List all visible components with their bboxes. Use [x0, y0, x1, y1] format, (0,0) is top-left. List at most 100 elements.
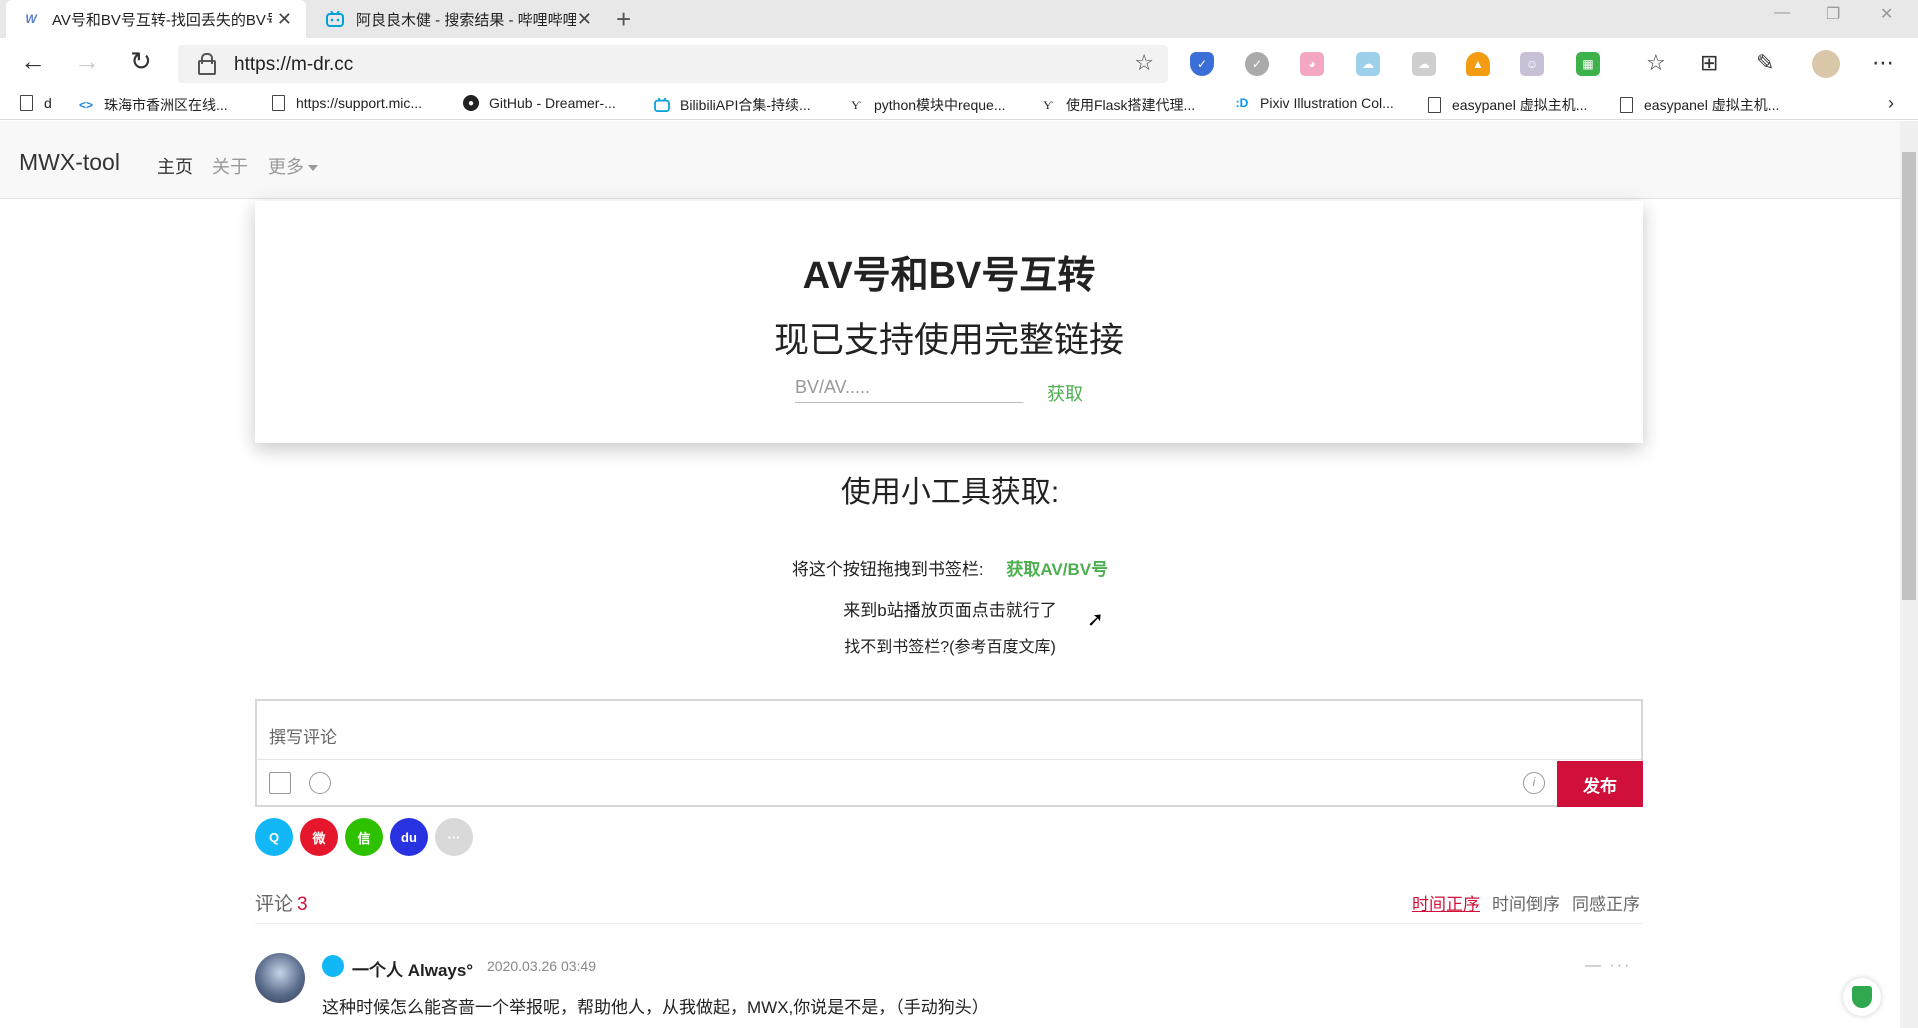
bookmark-item[interactable]: d [18, 95, 52, 111]
comment-time: 2020.03.26 03:49 [487, 958, 596, 974]
comment-text: 这种时候怎么能吝啬一个举报呢，帮助他人，从我做起，MWX,你说是不是，（手动狗头… [322, 998, 989, 1017]
anime-extension-icon[interactable]: ☺ [1520, 52, 1544, 76]
bookmark-item[interactable]: Ƴ 使用Flask搭建代理... [1040, 95, 1195, 115]
bv-av-input[interactable] [795, 373, 1023, 403]
restore-icon[interactable]: ❐ [1826, 4, 1840, 24]
tab-title: AV号和BV号互转-找回丢失的BV号 [52, 11, 272, 29]
address-bar[interactable]: https://m-dr.cc ☆ [178, 45, 1168, 83]
back-icon[interactable]: ← [20, 46, 46, 77]
security-shield-icon[interactable] [1843, 978, 1881, 1016]
chevron-right-icon[interactable]: › [1888, 93, 1894, 114]
sort-likes[interactable]: 同感正序 [1572, 890, 1640, 915]
publish-button[interactable]: 发布 [1557, 761, 1643, 807]
tab-inactive[interactable]: 阿良良木健 - 搜索结果 - 哔哩哔哩 ✕ [310, 0, 606, 38]
bookmark-item[interactable]: easypanel 虚拟主机... [1618, 95, 1779, 115]
bookmarks-bar: d <> 珠海市香洲区在线... https://support.mic... ●… [0, 90, 1918, 120]
check-extension-icon[interactable]: ✓ [1245, 52, 1269, 76]
wiki-icon: Ƴ [851, 97, 861, 112]
converter-card: AV号和BV号互转 现已支持使用完整链接 获取 [255, 201, 1643, 443]
comment-toolbar: i 发布 [257, 759, 1643, 807]
baidu-share-icon[interactable]: du [390, 818, 428, 856]
comment-input[interactable]: 撰写评论 [269, 723, 337, 748]
comment-box[interactable]: 撰写评论 i 发布 [255, 699, 1643, 807]
doc-icon [270, 95, 286, 111]
nav-more[interactable]: 更多 [268, 153, 318, 179]
weibo-share-icon[interactable]: 微 [300, 818, 338, 856]
bookmark-item[interactable]: easypanel 虚拟主机... [1426, 95, 1587, 115]
nav-home[interactable]: 主页 [157, 153, 193, 179]
page-title: AV号和BV号互转 [802, 255, 1096, 297]
pixiv-icon: :D [1235, 96, 1249, 110]
tab-title: 阿良良木健 - 搜索结果 - 哔哩哔哩 [356, 11, 576, 29]
address-row: ← → ↻ https://m-dr.cc ☆ ✓ ✓ ◕ 79 ☁ ☁ ▲ ☺… [0, 38, 1918, 115]
bookmarklet-row: 将这个按钮拖拽到书签栏: 获取AV/BV号 [0, 555, 1900, 580]
doc-icon [1618, 97, 1634, 113]
comments-count: 3 [297, 894, 308, 915]
drag-instruction: 将这个按钮拖拽到书签栏: [791, 560, 984, 579]
comment-author[interactable]: 一个人 Always° [352, 956, 473, 981]
close-tab-icon[interactable]: ✕ [277, 9, 292, 30]
cat-extension-icon[interactable]: ◕ [1300, 52, 1324, 76]
scroll-thumb[interactable] [1902, 152, 1916, 600]
page-scrollbar[interactable] [1900, 121, 1918, 1028]
doc-icon [1426, 97, 1442, 113]
doc-icon [18, 95, 34, 111]
wechat-share-icon[interactable]: 信 [345, 818, 383, 856]
lock-icon [198, 53, 216, 75]
page-content: MWX-tool 主页 关于 更多 AV号和BV号互转 现已支持使用完整链接 获… [0, 121, 1900, 1028]
favorites-icon[interactable]: ☆ [1646, 50, 1666, 76]
browser-window: W AV号和BV号互转-找回丢失的BV号 ✕ 阿良良木健 - 搜索结果 - 哔哩… [0, 0, 1918, 1028]
bookmark-item[interactable]: BilibiliAPI合集-持续... [654, 95, 811, 115]
chevron-down-icon [308, 165, 318, 172]
bookmark-item[interactable]: :D Pixiv Illustration Col... [1234, 95, 1394, 111]
reload-icon[interactable]: ↻ [130, 46, 152, 77]
bookmarklet-link[interactable]: 获取AV/BV号 [1006, 560, 1108, 579]
qq-share-icon[interactable]: Q [255, 818, 293, 856]
cloud-extension-icon[interactable]: ☁ [1356, 52, 1380, 76]
forward-icon[interactable]: → [74, 46, 100, 77]
more-share-icon[interactable]: ··· [435, 818, 473, 856]
sort-time-desc[interactable]: 时间倒序 [1492, 890, 1560, 915]
divider [255, 923, 1643, 924]
tools-title: 使用小工具获取: [840, 476, 1060, 509]
bookmark-item[interactable]: <> 珠海市香洲区在线... [78, 95, 228, 115]
tab-bar: W AV号和BV号互转-找回丢失的BV号 ✕ 阿良良木健 - 搜索结果 - 哔哩… [0, 0, 1918, 38]
tampermonkey-icon[interactable]: ▲ [1466, 52, 1490, 76]
site-brand[interactable]: MWX-tool [19, 149, 120, 176]
image-icon[interactable] [269, 772, 291, 794]
profile-avatar[interactable] [1812, 50, 1840, 78]
more-menu-icon[interactable]: ⋯ [1872, 50, 1894, 76]
collections-icon[interactable]: ⊞ [1700, 50, 1718, 76]
comment-menu-icon[interactable]: — ··· [1585, 957, 1631, 975]
feedback-icon[interactable]: ✎ [1756, 50, 1774, 76]
github-icon: ● [463, 95, 479, 111]
nav-about[interactable]: 关于 [212, 153, 248, 179]
avatar[interactable] [255, 953, 305, 1003]
minimize-icon[interactable]: — [1774, 4, 1790, 22]
bookmark-item[interactable]: ● GitHub - Dreamer-... [463, 95, 616, 111]
mouse-cursor-icon: ➚ [1087, 609, 1104, 631]
close-tab-icon[interactable]: ✕ [577, 9, 592, 30]
get-button[interactable]: 获取 [1047, 380, 1083, 406]
bookmark-item[interactable]: https://support.mic... [270, 95, 422, 111]
wiki-icon: Ƴ [1043, 97, 1053, 112]
bilibili-favicon-icon [326, 10, 344, 28]
sort-time-asc[interactable]: 时间正序 [1412, 890, 1480, 915]
hint-text: 来到b站播放页面点击就行了 [843, 601, 1057, 620]
tab-active[interactable]: W AV号和BV号互转-找回丢失的BV号 ✕ [6, 0, 306, 38]
comments-heading: 评论 3 [255, 894, 308, 915]
cloud-gray-extension-icon[interactable]: ☁ [1412, 52, 1436, 76]
shield-extension-icon[interactable]: ✓ [1190, 52, 1214, 76]
grid-extension-icon[interactable]: ▦ [1576, 52, 1600, 76]
bookmark-bar-help-link[interactable]: 找不到书签栏?(参考百度文库) [0, 633, 1900, 657]
new-tab-icon[interactable]: + [616, 4, 631, 35]
favorite-star-icon[interactable]: ☆ [1134, 50, 1154, 76]
url-text: https://m-dr.cc [234, 54, 354, 75]
code-icon: <> [78, 98, 93, 112]
emoji-icon[interactable] [309, 772, 331, 794]
bilibili-icon [654, 97, 670, 113]
close-window-icon[interactable]: ✕ [1880, 4, 1893, 24]
info-icon[interactable]: i [1523, 772, 1545, 794]
site-navbar: MWX-tool 主页 关于 更多 [0, 121, 1900, 199]
bookmark-item[interactable]: Ƴpython模块中reque... [848, 95, 1005, 115]
